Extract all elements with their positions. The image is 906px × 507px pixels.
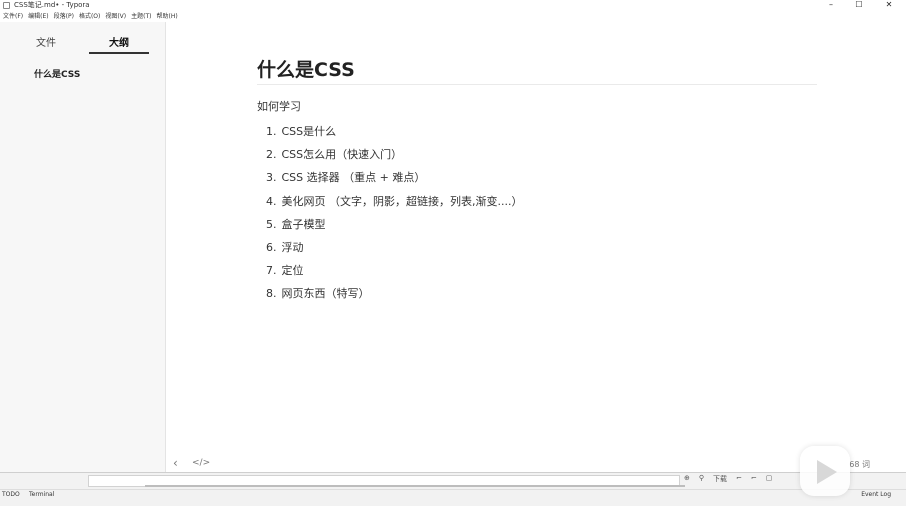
close-button[interactable]: ✕ [875,0,903,11]
tab-outline[interactable]: 大纲 [99,34,139,54]
menu-format[interactable]: 格式(O) [79,11,100,22]
event-log-tab[interactable]: Event Log [861,491,891,499]
ide-status-bar: TODO Terminal Event Log [0,489,906,507]
todo-tab[interactable]: TODO [2,491,20,499]
list-item: 3. CSS 选择器 （重点 + 难点） [266,171,426,185]
editor-footer: ‹ </> 68 词 [167,456,906,472]
ide-toolbar: ⊕ ⚲ 下载 ⌐ ⌐ ▢ [684,474,781,484]
menu-file[interactable]: 文件(F) [3,11,23,22]
ide-bottom-strip: ⊕ ⚲ 下载 ⌐ ⌐ ▢ TODO Terminal Event Log [0,472,906,506]
window-title: CSS笔记.md• - Typora [14,1,90,9]
menu-paragraph[interactable]: 段落(P) [54,11,74,22]
maximize-button[interactable]: ☐ [845,0,873,11]
list-item: 4. 美化网页 （文字，阴影，超链接，列表,渐变....） [266,194,523,208]
minimize-button[interactable]: – [817,0,845,11]
download-button[interactable]: 下载 [713,474,727,484]
document-paragraph: 如何学习 [257,100,301,113]
terminal-tab[interactable]: Terminal [29,491,54,499]
list-item: 5. 盒子模型 [266,217,326,231]
menu-view[interactable]: 视图(V) [105,11,126,22]
list-item: 7. 定位 [266,264,304,278]
target-icon[interactable]: ⊕ [684,474,690,484]
tab-files[interactable]: 文件 [26,34,66,54]
menu-theme[interactable]: 主题(T) [131,11,151,22]
active-tab-indicator [89,52,149,54]
list-item: 2. CSS怎么用（快速入门） [266,148,403,162]
list-item: 1. CSS是什么 [266,125,337,138]
bracket-icon[interactable]: ⌐ [736,474,742,484]
horizontal-scrollbar[interactable] [145,485,685,487]
list-item: 6. 浮动 [266,240,304,254]
list-item: 8. 网页东西（特写） [266,287,370,301]
document-ordered-list: 1. CSS是什么 2. CSS怎么用（快速入门） 3. CSS 选择器 （重点… [266,123,522,309]
editor-area[interactable]: 什么是CSS 如何学习 1. CSS是什么 2. CSS怎么用（快速入门） 3.… [167,22,906,472]
menu-help[interactable]: 帮助(H) [157,11,178,22]
word-count[interactable]: 68 词 [849,459,870,470]
play-icon [817,460,837,484]
back-arrow-icon[interactable]: ‹ [173,456,178,470]
outline-item-what-is-css[interactable]: 什么是CSS [34,67,80,80]
pin-icon[interactable]: ⚲ [699,474,704,484]
typora-app-icon [3,2,10,9]
sidebar: 文件 大纲 什么是CSS [0,22,166,472]
document-heading: 什么是CSS [257,59,355,81]
menu-bar: 文件(F) 编辑(E) 段落(P) 格式(O) 视图(V) 主题(T) 帮助(H… [0,11,906,22]
bracket-icon[interactable]: ⌐ [751,474,757,484]
source-code-icon[interactable]: </> [192,458,210,468]
title-bar: CSS笔记.md• - Typora – ☐ ✕ [0,0,906,11]
heading-divider [257,84,817,85]
menu-edit[interactable]: 编辑(E) [28,11,48,22]
window-icon[interactable]: ▢ [766,474,773,484]
